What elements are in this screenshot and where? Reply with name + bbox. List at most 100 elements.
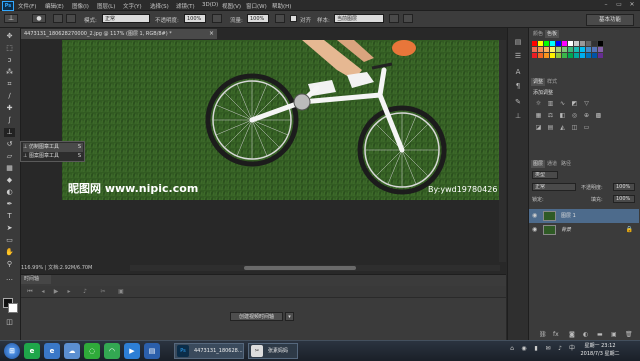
start-button-icon[interactable]: ⊞ — [4, 343, 20, 359]
workspace-select[interactable]: 基本功能 — [586, 14, 634, 26]
audio-icon[interactable]: ♪ — [81, 287, 89, 296]
app-baidu-icon[interactable]: ☁ — [64, 343, 80, 359]
properties-icon[interactable]: ☰ — [513, 52, 523, 61]
layers-opacity-field[interactable]: 100% — [613, 183, 635, 191]
brush-preset-icon[interactable]: ✎ — [513, 98, 523, 107]
clone-source-icon[interactable] — [66, 14, 76, 23]
menu-type[interactable]: 文字(Y) — [123, 2, 142, 10]
layer-row[interactable]: ◉ 图层 1 — [529, 209, 639, 223]
adjustment-layer-icon[interactable]: ◐ — [583, 331, 588, 339]
quick-mask-icon[interactable]: ◫ — [4, 318, 15, 327]
shape-tool-icon[interactable]: ▭ — [4, 236, 15, 245]
tab-color[interactable]: 颜色 — [531, 30, 545, 38]
selective-color-icon[interactable]: ◫ — [571, 124, 578, 131]
channel-mixer-icon[interactable]: ⊕ — [583, 112, 590, 119]
paragraph-icon[interactable]: ¶ — [513, 82, 523, 91]
tab-styles[interactable]: 样式 — [545, 78, 559, 86]
timeline-dropdown-icon[interactable]: ▾ — [285, 312, 294, 321]
background-color-swatch[interactable] — [8, 303, 18, 313]
tab-layers[interactable]: 图层 — [531, 160, 546, 168]
minimize-icon[interactable]: – — [600, 1, 612, 9]
vibrance-icon[interactable]: ▽ — [583, 100, 590, 107]
fill-field[interactable]: 100% — [613, 195, 635, 203]
vertical-scrollbar[interactable] — [499, 40, 506, 262]
ignore-adjustment-icon[interactable] — [389, 14, 399, 23]
app-browser-icon[interactable]: e — [44, 343, 60, 359]
delete-layer-icon[interactable]: 🗑 — [625, 331, 633, 339]
menu-filter[interactable]: 滤镜(T) — [176, 2, 195, 10]
tray-network-icon[interactable]: ⌂ — [508, 345, 516, 353]
app-360-icon[interactable]: e — [24, 343, 40, 359]
move-tool-icon[interactable]: ✥ — [4, 32, 15, 41]
eyedropper-tool-icon[interactable]: ∕ — [4, 92, 15, 101]
pressure-opacity-icon[interactable] — [212, 14, 222, 23]
visibility-eye-icon[interactable]: ◉ — [532, 223, 537, 237]
tray-app-icon[interactable]: ◉ — [520, 345, 528, 353]
play-icon[interactable]: ▶ — [52, 287, 60, 296]
sample-select[interactable]: 当前图层 — [334, 14, 384, 23]
black-white-icon[interactable]: ◧ — [559, 112, 566, 119]
quick-select-tool-icon[interactable]: ⁂ — [4, 68, 15, 77]
menu-window[interactable]: 窗口(W) — [246, 2, 267, 10]
clone-source-panel-icon[interactable]: ⊥ — [513, 112, 523, 121]
swatches-grid[interactable] — [532, 41, 636, 71]
crop-tool-icon[interactable]: ⌗ — [4, 80, 15, 89]
character-icon[interactable]: A — [513, 68, 523, 77]
create-video-timeline-button[interactable]: 创建视频时间轴 — [230, 312, 283, 321]
tab-swatches[interactable]: 色板 — [545, 30, 560, 38]
opacity-field[interactable]: 100% — [184, 14, 206, 23]
tray-sound-icon[interactable]: ♪ — [556, 345, 564, 353]
exposure-icon[interactable]: ◩ — [571, 100, 578, 107]
eraser-tool-icon[interactable]: ▱ — [4, 152, 15, 161]
hue-saturation-icon[interactable]: ▦ — [535, 112, 542, 119]
threshold-icon[interactable]: ◭ — [559, 124, 566, 131]
visibility-eye-icon[interactable]: ◉ — [532, 209, 537, 223]
aligned-checkbox[interactable] — [290, 15, 297, 22]
airbrush-icon[interactable] — [275, 14, 285, 23]
app-explorer-icon[interactable]: ▤ — [144, 343, 160, 359]
menu-view[interactable]: 视图(V) — [222, 2, 241, 10]
brush-size-icon[interactable]: ● — [32, 14, 46, 23]
fx-icon[interactable]: fx — [553, 331, 559, 339]
split-icon[interactable]: ✂ — [99, 287, 107, 296]
close-icon[interactable]: ✕ — [626, 1, 638, 9]
taskbar-task-second[interactable]: ✂ 张素妈妈 — [248, 343, 298, 359]
menu-layer[interactable]: 图层(L) — [97, 2, 115, 10]
menu-image[interactable]: 图像(I) — [72, 2, 89, 10]
gradient-tool-icon[interactable]: ▦ — [4, 164, 15, 173]
type-tool-icon[interactable]: T — [4, 212, 15, 221]
tab-adjustments[interactable]: 调整 — [531, 78, 546, 86]
menu-help[interactable]: 帮助(H) — [272, 2, 291, 10]
lasso-tool-icon[interactable]: ↄ — [4, 56, 15, 65]
new-group-icon[interactable]: ▬ — [597, 331, 603, 339]
previous-frame-icon[interactable]: ◂ — [39, 287, 47, 296]
transition-icon[interactable]: ▣ — [117, 287, 125, 296]
menu-edit[interactable]: 编辑(E) — [45, 2, 64, 10]
curves-icon[interactable]: ∿ — [559, 100, 566, 107]
levels-icon[interactable]: ▥ — [547, 100, 554, 107]
first-frame-icon[interactable]: ⏮ — [26, 287, 34, 296]
next-frame-icon[interactable]: ▸ — [65, 287, 73, 296]
flow-field[interactable]: 100% — [247, 14, 269, 23]
tab-paths[interactable]: 路径 — [559, 160, 573, 168]
pressure-size-icon[interactable] — [403, 14, 413, 23]
gradient-map-icon[interactable]: ▭ — [583, 124, 590, 131]
brush-tool-icon[interactable]: ∫ — [4, 116, 15, 125]
brightness-icon[interactable]: ☼ — [535, 100, 542, 107]
healing-brush-tool-icon[interactable]: ✚ — [4, 104, 15, 113]
brush-panel-icon[interactable] — [53, 14, 63, 23]
invert-icon[interactable]: ◪ — [535, 124, 542, 131]
app-wechat-icon[interactable]: ◌ — [84, 343, 100, 359]
path-select-tool-icon[interactable]: ➤ — [4, 224, 15, 233]
marquee-tool-icon[interactable]: ⬚ — [4, 44, 15, 53]
layer-kind-filter[interactable]: 类型 — [532, 171, 558, 179]
tray-battery-icon[interactable]: ▮ — [532, 345, 540, 353]
layer-row[interactable]: ◉ 背景 🔒 — [529, 223, 639, 237]
color-lookup-icon[interactable]: ▩ — [595, 112, 602, 119]
menu-3d[interactable]: 3D(D) — [202, 2, 218, 8]
horizontal-scroll-thumb[interactable] — [244, 266, 356, 270]
blur-tool-icon[interactable]: ◆ — [4, 176, 15, 185]
blend-mode-select[interactable]: 正常 — [532, 183, 576, 191]
add-mask-icon[interactable]: ◙ — [569, 331, 575, 339]
clone-stamp-tool-icon[interactable]: ⊥ — [4, 128, 15, 137]
